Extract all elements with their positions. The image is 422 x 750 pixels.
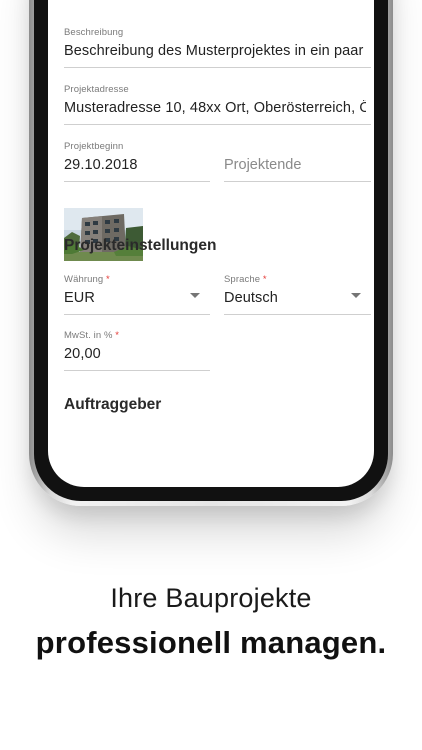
caption-line-2: professionell managen. xyxy=(35,625,387,660)
vat-field[interactable]: MwSt. in % * 20,00 xyxy=(64,327,210,371)
language-label-text: Sprache xyxy=(224,274,261,285)
vat-label: MwSt. in % * xyxy=(64,330,119,341)
chevron-down-icon xyxy=(190,293,200,298)
description-value: Beschreibung des Musterprojektes in ein … xyxy=(64,43,364,59)
currency-value: EUR xyxy=(64,290,95,306)
address-field[interactable]: Projektadresse Musteradresse 10, 48xx Or… xyxy=(64,81,371,125)
caption-line-1: Ihre Bauprojekte xyxy=(110,583,312,613)
language-label: Sprache * xyxy=(224,274,267,285)
address-value: Musteradresse 10, 48xx Ort, Oberösterrei… xyxy=(64,100,366,116)
phone-screen: Beschreibung Beschreibung des Musterproj… xyxy=(48,0,374,487)
vat-value: 20,00 xyxy=(64,346,101,362)
address-label: Projektadresse xyxy=(64,84,129,95)
project-start-field[interactable]: Projektbeginn 29.10.2018 xyxy=(64,138,210,182)
required-star: * xyxy=(115,330,120,341)
phone-frame: Beschreibung Beschreibung des Musterproj… xyxy=(29,0,393,506)
language-value: Deutsch xyxy=(224,290,278,306)
required-star: * xyxy=(262,274,267,285)
language-select[interactable]: Sprache * Deutsch xyxy=(224,271,371,315)
project-start-value: 29.10.2018 xyxy=(64,157,138,173)
vat-label-text: MwSt. in % xyxy=(64,330,113,341)
currency-label-text: Währung xyxy=(64,274,104,285)
required-star: * xyxy=(106,274,110,285)
phone-bezel: Beschreibung Beschreibung des Musterproj… xyxy=(34,0,388,501)
project-end-field[interactable]: Projektende xyxy=(224,138,371,182)
project-end-placeholder: Projektende xyxy=(224,157,302,173)
description-field[interactable]: Beschreibung Beschreibung des Musterproj… xyxy=(64,24,371,68)
client-section-title: Auftraggeber xyxy=(64,396,162,413)
chevron-down-icon xyxy=(351,293,361,298)
project-start-label: Projektbeginn xyxy=(64,141,124,152)
settings-section-title: Projekteinstellungen xyxy=(64,237,217,254)
description-label: Beschreibung xyxy=(64,27,124,38)
currency-select[interactable]: Währung * EUR xyxy=(64,271,210,315)
currency-label: Währung * xyxy=(64,274,110,285)
